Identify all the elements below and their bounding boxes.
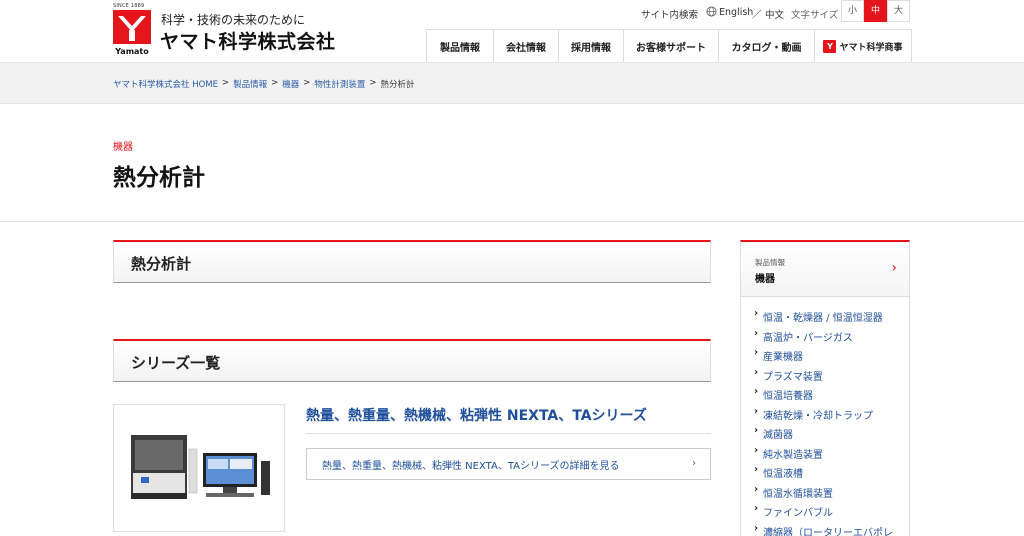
section-heading-label: 熱分析計 [131, 255, 192, 273]
breadcrumb: ヤマト科学株式会社 HOME > 製品情報 > 機器 > 物性計測装置 > 熱分… [113, 78, 415, 90]
breadcrumb-separator: > [271, 78, 279, 88]
product-detail-label: 熱量、熱重量、熱機械、粘弾性 NEXTA、TAシリーズの詳細を見る [322, 460, 620, 472]
logo-tagline: 科学・技術の未来のために [161, 13, 306, 27]
product-divider [306, 433, 711, 434]
company-name[interactable]: ヤマト科学株式会社 [160, 27, 336, 54]
site-search-link[interactable]: サイト内検索 [641, 7, 698, 21]
sidebar-item[interactable]: ファインバブル [741, 504, 909, 524]
nav-support[interactable]: お客様サポート [624, 29, 719, 62]
breadcrumb-products[interactable]: 製品情報 [233, 78, 267, 90]
breadcrumb-physical-measurement[interactable]: 物性計測装置 [314, 78, 365, 90]
breadcrumb-separator: > [303, 78, 311, 88]
site-header: SINCE 1889 Yamato 科学・技術の未来のために ヤマト科学株式会社… [0, 0, 1024, 62]
font-size-large-button[interactable]: 大 [887, 0, 910, 22]
sidebar-item[interactable]: 凍結乾燥・冷却トラップ [741, 407, 909, 427]
sidebar-item[interactable]: 恒温・乾燥器 / 恒温恒湿器 [741, 309, 909, 329]
breadcrumb-current: 熱分析計 [380, 80, 415, 90]
sidebar-list: 恒温・乾燥器 / 恒温恒湿器 高温炉・パージガス 産業機器 プラズマ装置 恒温培… [741, 297, 909, 536]
nav-company[interactable]: 会社情報 [494, 29, 559, 62]
sidebar-item[interactable]: 濃縮器（ロータリーエバポレ [741, 524, 909, 536]
sidebar-item[interactable]: 滅菌器 [741, 426, 909, 446]
breadcrumb-separator: > [222, 78, 230, 88]
nav-products[interactable]: 製品情報 [427, 29, 494, 62]
breadcrumb-bar: ヤマト科学株式会社 HOME > 製品情報 > 機器 > 物性計測装置 > 熱分… [0, 62, 1024, 104]
font-size-small-button[interactable]: 小 [841, 0, 864, 22]
shop-logo: Y ヤマト科学商事 [823, 39, 903, 53]
logo-word: Yamato [114, 47, 149, 56]
sidebar-item[interactable]: 高温炉・パージガス [741, 329, 909, 349]
section-heading-series: シリーズ一覧 [113, 339, 711, 382]
sidebar-item[interactable]: 恒温水循環装置 [741, 485, 909, 505]
lang-separator: ／ [752, 10, 762, 21]
nav-shop[interactable]: Y ヤマト科学商事 [815, 29, 912, 62]
category-label: 機器 [113, 142, 133, 153]
font-size-medium-button[interactable]: 中 [864, 0, 887, 22]
english-link[interactable]: English [719, 7, 753, 18]
sidebar-item[interactable]: プラズマ装置 [741, 368, 909, 388]
chevron-right-icon: › [692, 458, 696, 469]
product-title[interactable]: 熱量、熱重量、熱機械、粘弾性 NEXTA、TAシリーズ [306, 405, 647, 425]
sidebar-header[interactable]: 製品情報 機器 › [741, 242, 909, 297]
yamato-logo-icon[interactable]: Yamato [113, 6, 151, 56]
thermal-analyzer-illustration [131, 435, 270, 499]
nav-recruit[interactable]: 採用情報 [559, 29, 624, 62]
breadcrumb-separator: > [369, 78, 377, 88]
chinese-link[interactable]: 中文 [765, 7, 784, 21]
globe-icon [706, 6, 717, 17]
global-nav: 製品情報 会社情報 採用情報 お客様サポート カタログ・動画 Y ヤマト科学商事 [426, 29, 912, 62]
title-divider [0, 221, 1024, 222]
section-heading-label: シリーズ一覧 [131, 354, 221, 372]
sidebar: 製品情報 機器 › 恒温・乾燥器 / 恒温恒湿器 高温炉・パージガス 産業機器 … [740, 240, 910, 536]
font-size-label: 文字サイズ [791, 10, 839, 21]
sidebar-subtitle: 製品情報 [755, 258, 785, 267]
product-image[interactable] [113, 404, 285, 532]
sidebar-item[interactable]: 恒温培養器 [741, 387, 909, 407]
page-title: 熱分析計 [113, 165, 205, 191]
sidebar-item[interactable]: 純水製造装置 [741, 446, 909, 466]
breadcrumb-equipment[interactable]: 機器 [282, 78, 299, 90]
product-detail-link[interactable]: 熱量、熱重量、熱機械、粘弾性 NEXTA、TAシリーズの詳細を見る › [306, 448, 711, 480]
nav-catalog[interactable]: カタログ・動画 [719, 29, 815, 62]
sidebar-item[interactable]: 産業機器 [741, 348, 909, 368]
section-heading-thermal: 熱分析計 [113, 240, 711, 283]
chevron-right-icon: › [891, 260, 897, 276]
breadcrumb-home[interactable]: ヤマト科学株式会社 HOME [113, 78, 218, 90]
yamato-shop-icon: Y [823, 39, 837, 53]
shop-label: ヤマト科学商事 [839, 42, 903, 53]
sidebar-title: 機器 [755, 274, 775, 285]
sidebar-item[interactable]: 恒温液槽 [741, 465, 909, 485]
